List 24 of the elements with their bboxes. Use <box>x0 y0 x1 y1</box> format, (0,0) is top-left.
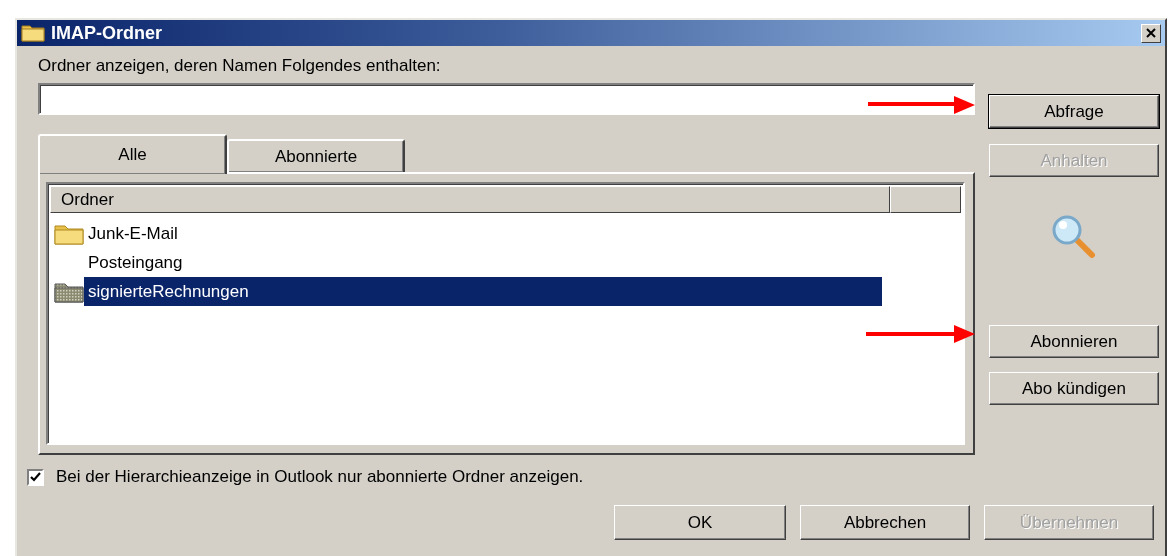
window-title: IMAP-Ordner <box>51 22 163 44</box>
field-label: Ordner anzeigen, deren Namen Folgendes enthalten: <box>38 56 442 77</box>
folder-item[interactable]: Junk-E-Mail <box>84 219 882 248</box>
ok-button[interactable]: OK <box>614 505 786 540</box>
folder-icon <box>21 24 45 42</box>
checkbox[interactable] <box>27 468 44 486</box>
close-button[interactable] <box>1141 23 1161 43</box>
close-icon <box>1146 28 1156 38</box>
folder-item[interactable]: signierteRechnungen <box>84 277 882 306</box>
checkbox-label: Bei der Hierarchieanzeige in Outlook nur abonnierte Ordner anzeigen. <box>56 467 584 487</box>
folder-icon <box>54 280 84 303</box>
folder-item[interactable]: Posteingang <box>84 248 882 277</box>
folder-icon <box>54 222 84 245</box>
filter-field[interactable] <box>38 83 975 115</box>
search-icon <box>1050 213 1098 261</box>
tab[interactable]: Abonnierte <box>227 139 405 172</box>
checkmark-icon <box>30 472 41 482</box>
column-header[interactable] <box>890 186 961 213</box>
tab[interactable]: Alle <box>38 134 227 174</box>
query-button[interactable]: Abfrage <box>989 95 1159 128</box>
unsubscribe-button[interactable]: Abo kündigen <box>989 372 1159 405</box>
cancel-button[interactable]: Abbrechen <box>800 505 970 540</box>
column-header[interactable]: Ordner <box>50 186 890 213</box>
subscribe-button[interactable]: Abonnieren <box>989 325 1159 358</box>
